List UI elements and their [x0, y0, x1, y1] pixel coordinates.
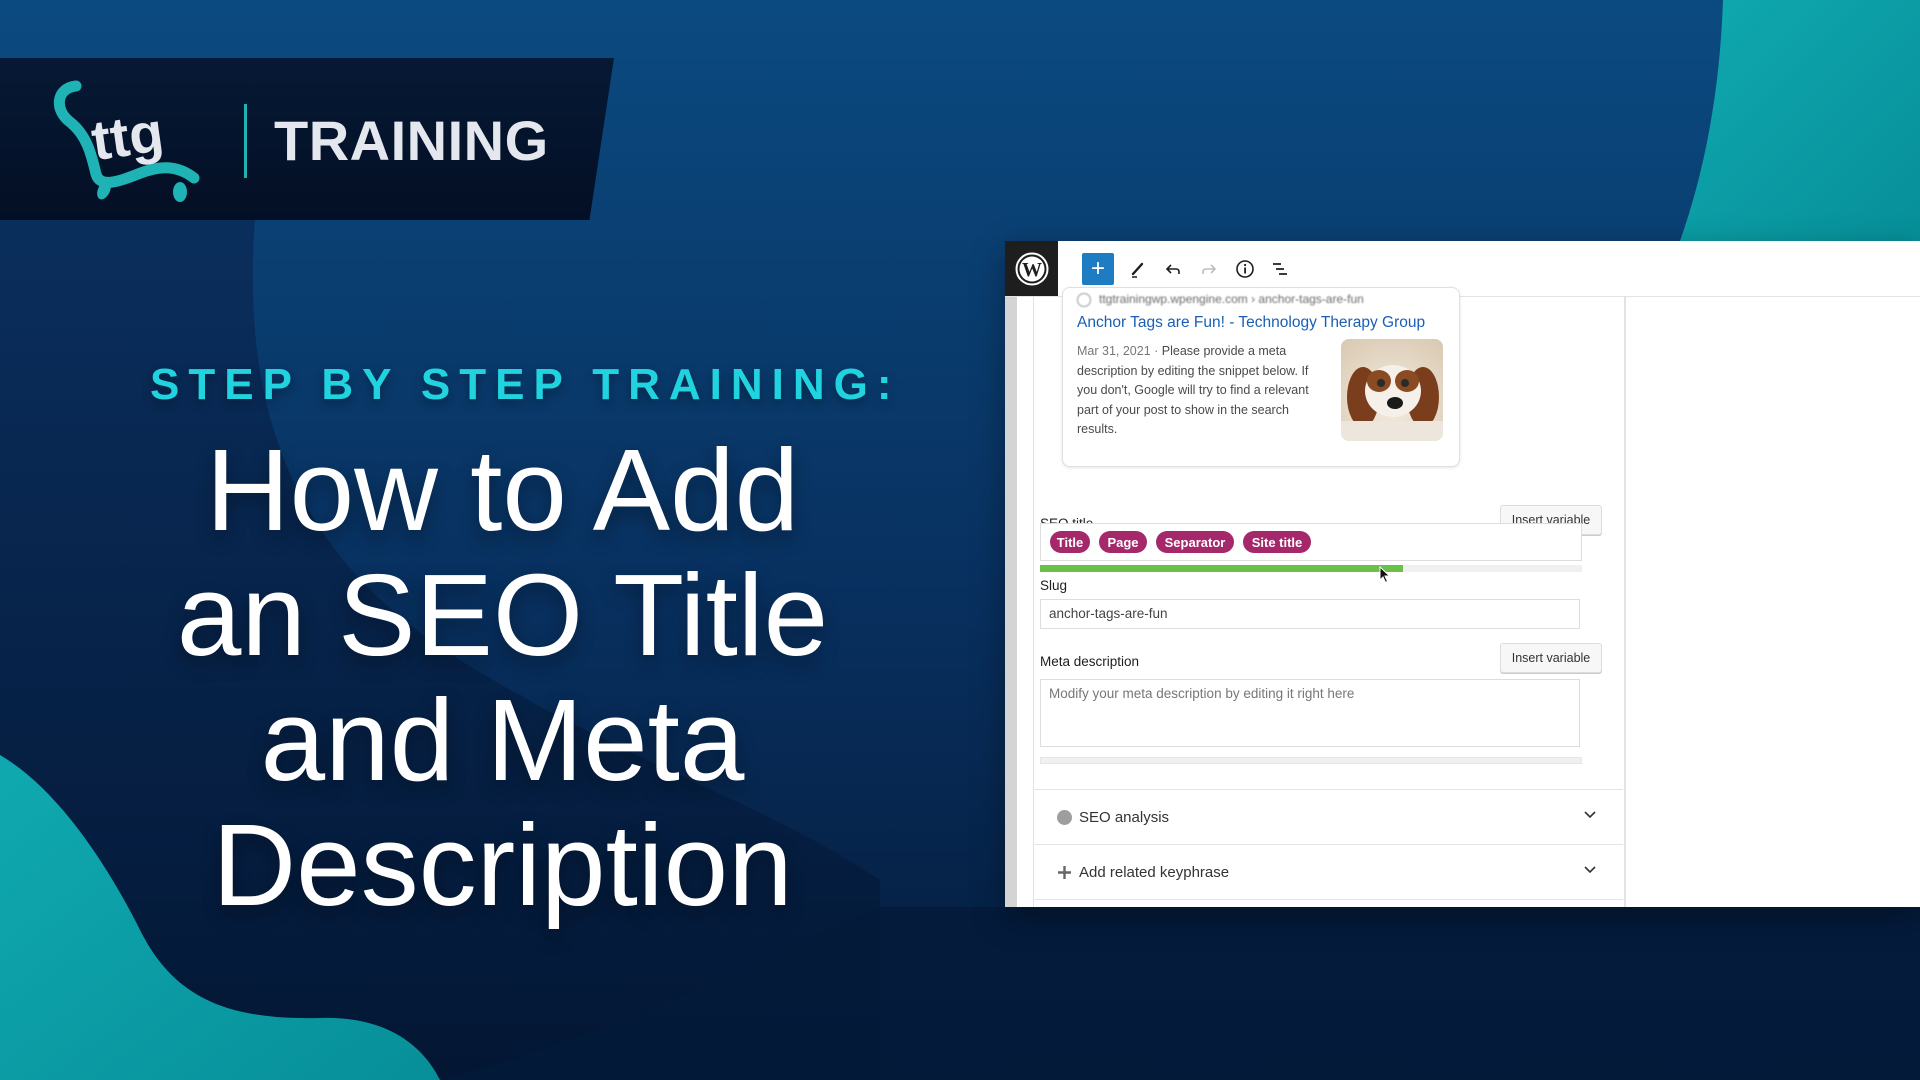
seo-title-length-fill — [1040, 565, 1404, 572]
tools-button[interactable] — [1122, 253, 1154, 285]
variable-pill-separator[interactable]: Separator — [1156, 531, 1234, 553]
ttg-logo: ttg — [54, 80, 200, 202]
seo-analysis-section[interactable]: SEO analysis — [1034, 789, 1623, 845]
plus-icon: + — [1090, 255, 1105, 282]
snippet-date: Mar 31, 2021 — [1077, 344, 1151, 358]
snippet-thumbnail — [1341, 339, 1443, 441]
pencil-icon — [1131, 262, 1144, 278]
slug-input[interactable]: anchor-tags-are-fun — [1040, 599, 1580, 629]
dog-photo — [1341, 365, 1443, 441]
snippet-url: ttgtrainingwp.wpengine.com › anchor-tags… — [1077, 292, 1364, 307]
plus-icon — [1058, 866, 1071, 879]
wordpress-editor-panel: W + ttgtrainingwp.wpengine.com › anchor-… — [1005, 241, 1920, 907]
list-view-icon — [1273, 263, 1287, 275]
brand-label: TRAINING — [274, 109, 549, 172]
next-section-edge — [1034, 899, 1623, 907]
redo-button[interactable] — [1193, 253, 1225, 285]
status-dot-icon — [1057, 810, 1072, 825]
variable-pill-page[interactable]: Page — [1099, 531, 1147, 553]
chevron-down-icon — [1584, 811, 1596, 819]
snippet-title: Anchor Tags are Fun! - Technology Therap… — [1077, 314, 1426, 331]
headline: How to Add an SEO Title and Meta Descrip… — [90, 428, 915, 928]
kicker-text: STEP BY STEP TRAINING: — [150, 360, 901, 409]
globe-icon — [1077, 292, 1091, 307]
logo-divider — [244, 104, 247, 178]
svg-text:W: W — [1022, 259, 1042, 281]
google-snippet-preview[interactable]: ttgtrainingwp.wpengine.com › anchor-tags… — [1062, 287, 1460, 467]
headline-line: Description — [212, 800, 793, 930]
logo-foot-right — [173, 182, 187, 202]
chevron-down-icon — [1584, 866, 1596, 874]
meta-description-length-bar — [1040, 757, 1582, 764]
editor-scroll-gutter — [1005, 297, 1017, 907]
list-view-button[interactable] — [1264, 253, 1296, 285]
undo-button[interactable] — [1157, 253, 1189, 285]
yoast-seo-panel: ttgtrainingwp.wpengine.com › anchor-tags… — [1033, 287, 1625, 907]
headline-line: and Meta — [260, 675, 745, 805]
headline-line: an SEO Title — [176, 550, 829, 680]
meta-description-textarea[interactable]: Modify your meta description by editing … — [1040, 679, 1580, 747]
details-button[interactable] — [1229, 253, 1261, 285]
add-block-button[interactable]: + — [1082, 253, 1114, 285]
logo-text: ttg — [88, 100, 168, 172]
variable-pill-site-title[interactable]: Site title — [1243, 531, 1311, 553]
slug-label: Slug — [1040, 578, 1068, 593]
snippet-description: Mar 31, 2021 · Please provide a meta des… — [1077, 344, 1309, 436]
seo-title-length-bar — [1040, 565, 1582, 572]
wordpress-icon: W — [1015, 252, 1048, 285]
redo-icon — [1202, 264, 1217, 274]
meta-description-label: Meta description — [1040, 654, 1140, 669]
variable-pill-title[interactable]: Title — [1050, 531, 1090, 553]
undo-icon — [1165, 264, 1180, 274]
wordpress-logo-button[interactable]: W — [1005, 241, 1058, 296]
mouse-cursor-icon — [1379, 566, 1391, 584]
headline-line: How to Add — [205, 425, 800, 555]
seo-analysis-label: SEO analysis — [1079, 809, 1170, 826]
seo-title-input[interactable]: Title Page Separator Site title — [1040, 523, 1582, 561]
meta-description-insert-variable-button[interactable]: Insert variable — [1500, 643, 1602, 673]
add-related-keyphrase-section[interactable]: Add related keyphrase — [1034, 844, 1623, 900]
info-icon — [1236, 260, 1254, 278]
add-related-keyphrase-label: Add related keyphrase — [1079, 864, 1230, 881]
